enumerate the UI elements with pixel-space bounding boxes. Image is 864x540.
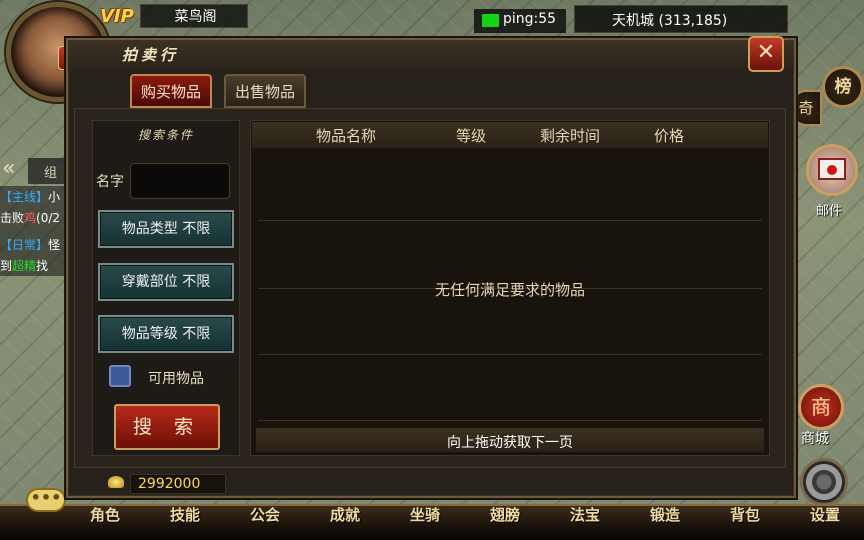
usable-items-label: 可用物品 xyxy=(148,371,204,387)
ping-text: ping:55 xyxy=(503,11,557,27)
quest-text: 小 xyxy=(48,190,61,204)
ping-signal-icon xyxy=(482,14,499,27)
menu-forge[interactable]: 锻造 xyxy=(638,504,692,525)
rank-button[interactable]: 榜 xyxy=(822,66,864,108)
pagination-hint: 向上拖动获取下一页 xyxy=(447,435,573,451)
chat-button[interactable]: ••• xyxy=(26,488,66,512)
row-divider xyxy=(258,354,762,355)
menu-settings[interactable]: 设置 xyxy=(798,504,852,525)
menu-treasure[interactable]: 法宝 xyxy=(558,504,612,525)
column-level[interactable]: 等级 xyxy=(456,125,486,146)
column-time-remaining[interactable]: 剩余时间 xyxy=(540,125,600,146)
quest-line: 【日常】怪 xyxy=(0,236,70,253)
row-divider xyxy=(258,220,762,221)
quest-tag: 【日常】 xyxy=(0,238,49,252)
menu-role[interactable]: 角色 xyxy=(78,504,132,525)
tab-buy-items[interactable]: 购买物品 xyxy=(130,74,212,108)
settings-gear-icon[interactable] xyxy=(800,458,848,506)
item-type-filter-button[interactable]: 物品类型 不限 xyxy=(98,210,234,248)
quest-target: 超精 xyxy=(12,259,37,273)
tab-sell-items[interactable]: 出售物品 xyxy=(224,74,306,108)
quest-text: 找 xyxy=(36,259,49,273)
quest-line: 到超精找 xyxy=(0,257,70,274)
search-button[interactable]: 搜 索 xyxy=(114,404,220,450)
close-button[interactable]: ✕ xyxy=(748,36,784,72)
gold-amount: 2992000 xyxy=(138,476,201,492)
quest-tag: 【主线】 xyxy=(0,190,49,204)
shop-button[interactable]: 商 xyxy=(798,384,844,430)
quest-progress: (0/2 xyxy=(36,211,61,225)
filter-heading: 搜索条件 xyxy=(137,128,194,142)
gold-ingot-icon xyxy=(108,476,124,488)
empty-results-message: 无任何满足要求的物品 xyxy=(434,281,585,299)
quest-text: 怪 xyxy=(48,238,61,252)
vip-label[interactable]: VIP xyxy=(100,6,134,27)
collapse-quest-icon[interactable]: « xyxy=(2,156,15,181)
quest-line: 【主线】小 xyxy=(0,188,70,205)
quest-text: 到 xyxy=(0,259,13,273)
column-price[interactable]: 价格 xyxy=(654,125,684,146)
menu-wings[interactable]: 翅膀 xyxy=(478,504,532,525)
name-label: 名字 xyxy=(96,174,124,190)
usable-items-checkbox[interactable] xyxy=(109,365,131,387)
quest-panel[interactable]: 【主线】小 击败鸡(0/2 【日常】怪 到超精找 xyxy=(0,186,70,276)
menu-guild[interactable]: 公会 xyxy=(238,504,292,525)
quest-text: 击败 xyxy=(0,211,25,225)
mail-seal-icon xyxy=(827,165,837,175)
row-divider xyxy=(258,420,762,421)
dialog-title: 拍卖行 xyxy=(122,46,180,64)
menu-mount[interactable]: 坐骑 xyxy=(398,504,452,525)
player-name: 菜鸟阁 xyxy=(174,9,217,25)
shop-label: 商城 xyxy=(801,431,829,447)
column-item-name[interactable]: 物品名称 xyxy=(316,125,376,146)
mail-label: 邮件 xyxy=(816,204,843,219)
quest-target: 鸡 xyxy=(24,211,37,225)
item-level-filter-button[interactable]: 物品等级 不限 xyxy=(98,315,234,353)
map-location: 天机城 (313,185) xyxy=(612,13,728,29)
quest-line: 击败鸡(0/2 xyxy=(0,209,70,226)
menu-bag[interactable]: 背包 xyxy=(718,504,772,525)
menu-achievement[interactable]: 成就 xyxy=(318,504,372,525)
menu-skills[interactable]: 技能 xyxy=(158,504,212,525)
equip-slot-filter-button[interactable]: 穿戴部位 不限 xyxy=(98,263,234,301)
name-search-input[interactable] xyxy=(130,163,230,199)
